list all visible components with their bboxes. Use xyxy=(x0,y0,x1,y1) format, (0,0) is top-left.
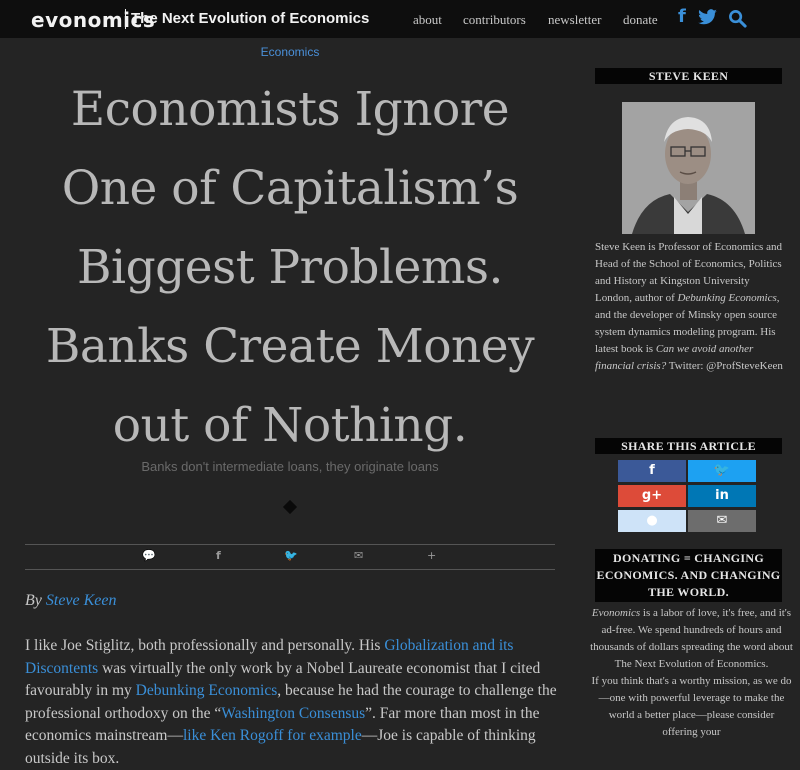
email-icon: ✉ xyxy=(716,513,728,528)
share-google-plus-button[interactable]: g+ xyxy=(618,485,686,507)
donate-brand: Evonomics xyxy=(591,607,641,619)
facebook-icon: f xyxy=(649,463,655,478)
article-subtitle: Banks don't intermediate loans, they ori… xyxy=(141,459,439,474)
donate-heading: DONATING = CHANGING ECONOMICS. AND CHANG… xyxy=(595,549,782,602)
reddit-icon: ● xyxy=(646,513,658,528)
facebook-share-icon[interactable]: f xyxy=(216,549,221,562)
share-facebook-button[interactable]: f xyxy=(618,460,686,482)
share-linkedin-button[interactable]: in xyxy=(688,485,756,507)
body-text: I like Joe Stiglitz, both professionally… xyxy=(25,637,385,654)
article-body: I like Joe Stiglitz, both professionally… xyxy=(25,635,560,770)
donate-text: Evonomics is a labor of love, it's free,… xyxy=(590,605,793,741)
link-ken-rogoff[interactable]: like Ken Rogoff for example xyxy=(183,727,362,744)
comment-icon[interactable]: 💬 xyxy=(142,549,156,562)
bio-book-title: Debunking Economics xyxy=(677,292,777,304)
google-plus-icon: g+ xyxy=(641,488,663,503)
author-link[interactable]: Steve Keen xyxy=(46,592,117,609)
author-photo xyxy=(622,102,755,234)
twitter-share-icon[interactable]: 🐦 xyxy=(284,549,298,562)
byline: By Steve Keen xyxy=(25,592,117,610)
nav-donate[interactable]: donate xyxy=(623,12,658,28)
article-title: Economists Ignore One of Capitalism’s Bi… xyxy=(45,82,535,453)
share-email-button[interactable]: ✉ xyxy=(688,510,756,532)
donate-paragraph: Evonomics is a labor of love, it's free,… xyxy=(590,605,793,673)
author-bio: Steve Keen is Professor of Economics and… xyxy=(595,239,785,375)
link-debunking-economics[interactable]: Debunking Economics xyxy=(136,682,278,699)
twitter-icon: 🐦 xyxy=(713,463,731,478)
twitter-icon[interactable] xyxy=(697,9,718,26)
author-heading: STEVE KEEN xyxy=(595,68,782,84)
byline-prefix: By xyxy=(25,592,42,609)
separator-diamond xyxy=(282,499,298,515)
top-nav-bar: evonomics The Next Evolution of Economic… xyxy=(0,0,800,38)
donate-paragraph: If you think that's a worthy mission, as… xyxy=(591,675,792,738)
share-heading: SHARE THIS ARTICLE xyxy=(595,438,782,454)
share-reddit-button[interactable]: ● xyxy=(618,510,686,532)
nav-about[interactable]: about xyxy=(413,12,442,28)
facebook-icon[interactable]: f xyxy=(678,6,686,27)
email-share-icon[interactable]: ✉ xyxy=(354,549,363,562)
share-twitter-button[interactable]: 🐦 xyxy=(688,460,756,482)
article-category[interactable]: Economics xyxy=(0,45,580,59)
site-tagline[interactable]: The Next Evolution of Economics xyxy=(131,10,369,27)
logo-divider xyxy=(125,9,126,29)
linkedin-icon: in xyxy=(715,488,729,503)
share-bar: 💬 f 🐦 ✉ + xyxy=(25,544,555,570)
search-icon[interactable] xyxy=(728,9,747,28)
bio-text: Twitter: @ProfSteveKeen xyxy=(666,360,783,372)
link-washington-consensus[interactable]: Washington Consensus xyxy=(221,705,365,722)
nav-contributors[interactable]: contributors xyxy=(463,12,526,28)
nav-newsletter[interactable]: newsletter xyxy=(548,12,601,28)
more-share-icon[interactable]: + xyxy=(427,549,436,562)
